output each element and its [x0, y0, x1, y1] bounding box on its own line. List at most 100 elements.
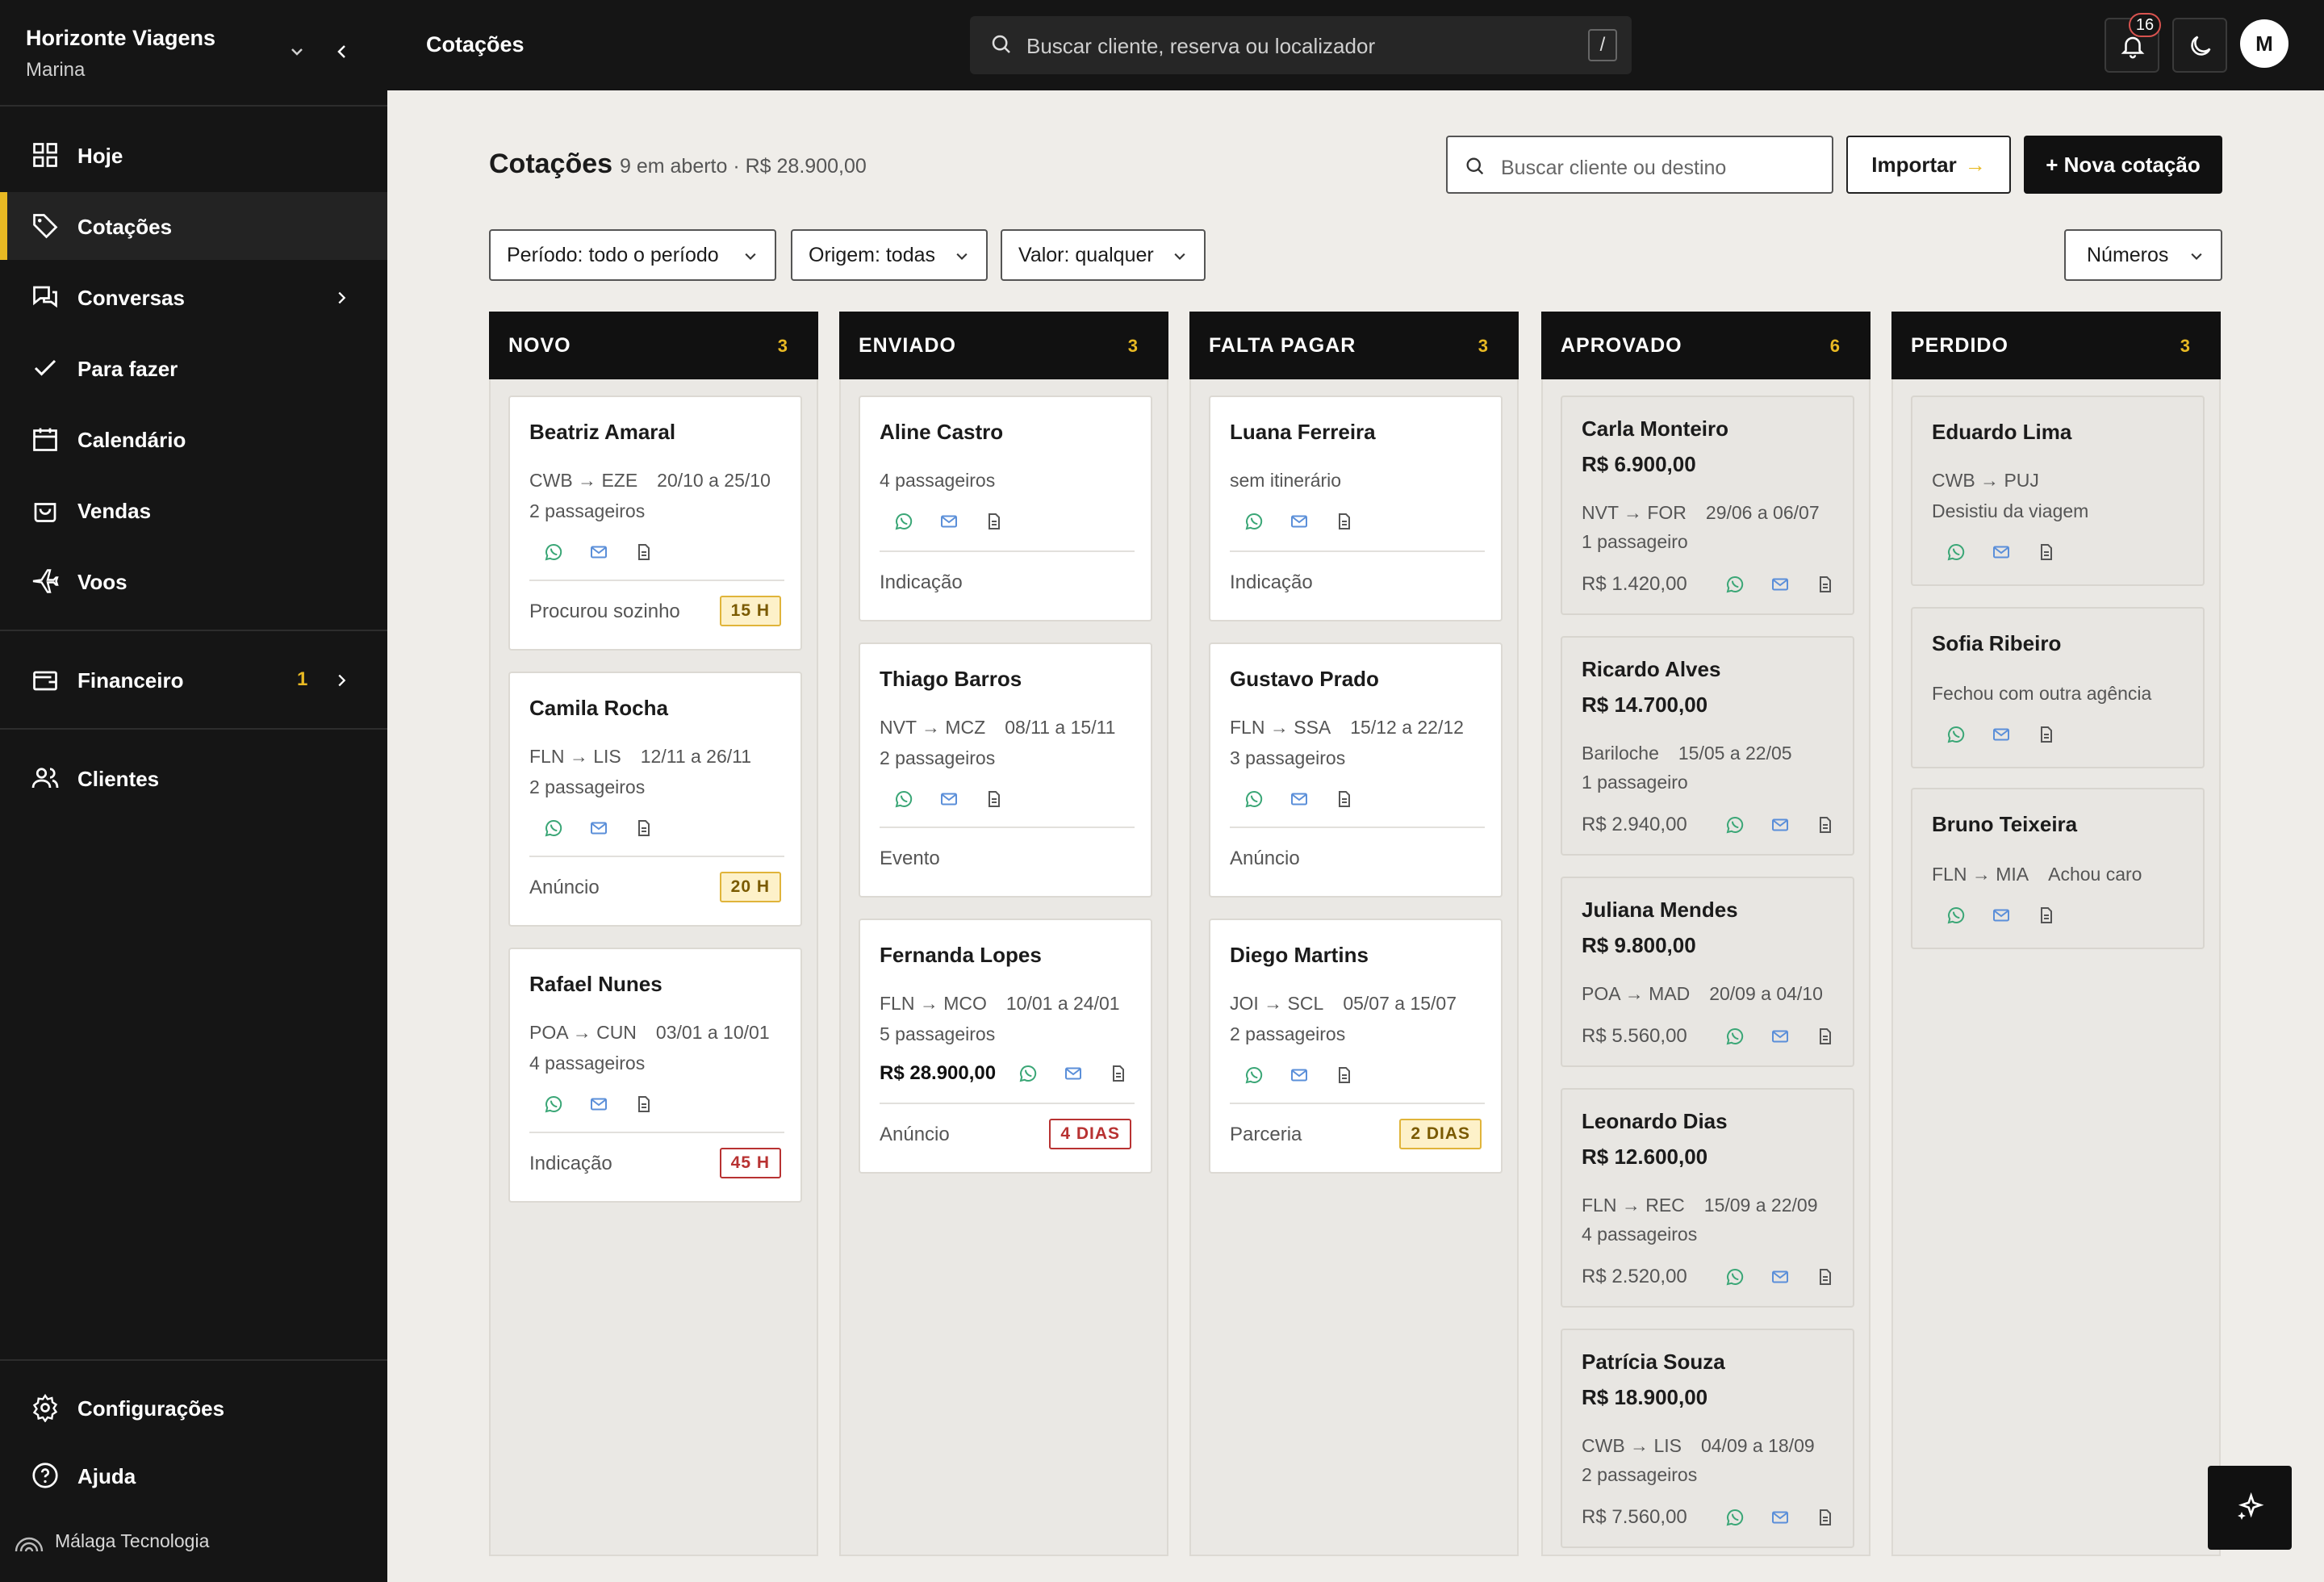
quote-card[interactable]: Beatriz Amaral CWB → EZE 20/10 a 25/10 2 …: [508, 396, 802, 651]
whatsapp-icon[interactable]: [1946, 906, 1966, 925]
quote-card[interactable]: Aline Castro 4 passageiros Indicação: [859, 396, 1152, 622]
filter-origem[interactable]: Origem: todas: [791, 229, 988, 281]
mail-icon[interactable]: [589, 1094, 608, 1114]
document-icon[interactable]: [1816, 815, 1835, 835]
mail-icon[interactable]: [939, 512, 959, 531]
whatsapp-icon[interactable]: [1725, 1267, 1745, 1287]
quote-card[interactable]: Camila Rocha FLN → LIS 12/11 a 26/11 2 pa…: [508, 672, 802, 927]
sidebar-item-financeiro[interactable]: Financeiro 1: [0, 646, 387, 714]
whatsapp-icon[interactable]: [1244, 1065, 1264, 1085]
document-icon[interactable]: [2037, 906, 2056, 925]
document-icon[interactable]: [984, 512, 1004, 531]
document-icon[interactable]: [1816, 1027, 1835, 1046]
sidebar-item-clientes[interactable]: Clientes: [0, 744, 387, 812]
avatar[interactable]: M: [2240, 19, 2288, 68]
brand[interactable]: Horizonte Viagens Marina: [26, 26, 215, 82]
whatsapp-icon[interactable]: [1946, 542, 1966, 562]
document-icon[interactable]: [984, 789, 1004, 809]
quote-card[interactable]: Diego Martins JOI → SCL 05/07 a 15/07 2 p…: [1209, 919, 1503, 1174]
quote-card[interactable]: Luana Ferreira sem itinerário Indicação: [1209, 396, 1503, 622]
document-icon[interactable]: [1335, 512, 1354, 531]
whatsapp-icon[interactable]: [894, 512, 913, 531]
whatsapp-icon[interactable]: [1946, 725, 1966, 744]
sidebar-item-vendas[interactable]: Vendas: [0, 476, 387, 544]
quote-card[interactable]: Carla Monteiro R$ 6.900,00 NVT → FOR 29/0…: [1561, 396, 1854, 615]
board-search-input[interactable]: Buscar cliente ou destino: [1446, 136, 1833, 194]
whatsapp-icon[interactable]: [1018, 1064, 1038, 1083]
mail-icon[interactable]: [1770, 575, 1790, 594]
document-icon[interactable]: [2037, 725, 2056, 744]
mail-icon[interactable]: [589, 818, 608, 838]
global-search-input[interactable]: Buscar cliente, reserva ou localizador /: [970, 16, 1632, 74]
filter-periodo[interactable]: Período: todo o período: [489, 229, 776, 281]
whatsapp-icon[interactable]: [894, 789, 913, 809]
mail-icon[interactable]: [939, 789, 959, 809]
mail-icon[interactable]: [1064, 1064, 1083, 1083]
mail-icon[interactable]: [1289, 1065, 1309, 1085]
help-icon: [32, 1463, 58, 1488]
time-badge: 45 H: [719, 1148, 781, 1178]
sidebar-item-para-fazer[interactable]: Para fazer: [0, 334, 387, 402]
document-icon[interactable]: [1335, 1065, 1354, 1085]
quote-card[interactable]: Juliana Mendes R$ 9.800,00 POA → MAD 20/0…: [1561, 877, 1854, 1067]
document-icon[interactable]: [1335, 789, 1354, 809]
filter-valor[interactable]: Valor: qualquer: [1001, 229, 1206, 281]
mail-icon[interactable]: [1770, 1508, 1790, 1527]
mail-icon[interactable]: [1289, 789, 1309, 809]
whatsapp-icon[interactable]: [544, 542, 563, 562]
whatsapp-icon[interactable]: [1725, 1508, 1745, 1527]
whatsapp-icon[interactable]: [544, 1094, 563, 1114]
sidebar-item-cotacoes[interactable]: Cotações: [0, 192, 387, 260]
quote-card[interactable]: Patrícia Souza R$ 18.900,00 CWB → LIS 04/…: [1561, 1329, 1854, 1548]
assistant-button[interactable]: [2208, 1466, 2292, 1550]
whatsapp-icon[interactable]: [1244, 789, 1264, 809]
whatsapp-icon[interactable]: [1725, 815, 1745, 835]
notifications-button[interactable]: 16: [2105, 13, 2161, 73]
document-icon[interactable]: [2037, 542, 2056, 562]
sidebar-item-calendario[interactable]: Calendário: [0, 405, 387, 473]
quote-card[interactable]: Rafael Nunes POA → CUN 03/01 a 10/01 4 pa…: [508, 948, 802, 1203]
mail-icon[interactable]: [1992, 906, 2011, 925]
document-icon[interactable]: [1816, 575, 1835, 594]
document-icon[interactable]: [634, 818, 654, 838]
document-icon[interactable]: [634, 1094, 654, 1114]
quote-card[interactable]: Bruno Teixeira FLN → MIA Achou caro: [1911, 788, 2205, 949]
whatsapp-icon[interactable]: [544, 818, 563, 838]
sidebar-item-voos[interactable]: Voos: [0, 547, 387, 615]
column-enviado: ENVIADO 3 Aline Castro 4 passageiros Ind…: [839, 312, 1168, 1556]
quote-card[interactable]: Eduardo Lima CWB → PUJ Desistiu da viage…: [1911, 396, 2205, 586]
sidebar-item-hoje[interactable]: Hoje: [0, 121, 387, 189]
mail-icon[interactable]: [1289, 512, 1309, 531]
import-button[interactable]: Importar →: [1846, 136, 2011, 194]
theme-toggle-button[interactable]: [2172, 18, 2227, 73]
whatsapp-icon[interactable]: [1725, 1027, 1745, 1046]
quote-card[interactable]: Sofia Ribeiro Fechou com outra agência: [1911, 607, 2205, 768]
whatsapp-icon[interactable]: [1725, 575, 1745, 594]
quote-card[interactable]: Leonardo Dias R$ 12.600,00 FLN → REC 15/0…: [1561, 1088, 1854, 1308]
numbers-dropdown[interactable]: Números: [2064, 229, 2222, 281]
mail-icon[interactable]: [1770, 815, 1790, 835]
mail-icon[interactable]: [1770, 1267, 1790, 1287]
quote-card[interactable]: Gustavo Prado FLN → SSA 15/12 a 22/12 3 p…: [1209, 642, 1503, 898]
mail-icon[interactable]: [589, 542, 608, 562]
document-icon[interactable]: [1816, 1267, 1835, 1287]
sidebar-item-ajuda[interactable]: Ajuda: [0, 1448, 387, 1505]
chevron-left-icon[interactable]: [332, 40, 352, 63]
mail-icon[interactable]: [1770, 1027, 1790, 1046]
column-title: ENVIADO: [859, 334, 956, 357]
chevron-down-icon[interactable]: [287, 42, 307, 61]
quote-card[interactable]: Thiago Barros NVT → MCZ 08/11 a 15/11 2 p…: [859, 642, 1152, 898]
quote-card[interactable]: Fernanda Lopes FLN → MCO 10/01 a 24/01 5 …: [859, 919, 1152, 1174]
card-actions: [1244, 512, 1357, 531]
sidebar-item-configuracoes[interactable]: Configurações: [0, 1380, 387, 1437]
document-icon[interactable]: [634, 542, 654, 562]
sidebar-item-conversas[interactable]: Conversas: [0, 263, 387, 331]
new-quote-button[interactable]: + Nova cotação: [2024, 136, 2222, 194]
mail-icon[interactable]: [1992, 725, 2011, 744]
quote-card[interactable]: Ricardo Alves R$ 14.700,00 Bariloche 15/0…: [1561, 636, 1854, 856]
document-icon[interactable]: [1816, 1508, 1835, 1527]
document-icon[interactable]: [1109, 1064, 1128, 1083]
financeiro-count: 1: [297, 668, 308, 690]
mail-icon[interactable]: [1992, 542, 2011, 562]
whatsapp-icon[interactable]: [1244, 512, 1264, 531]
